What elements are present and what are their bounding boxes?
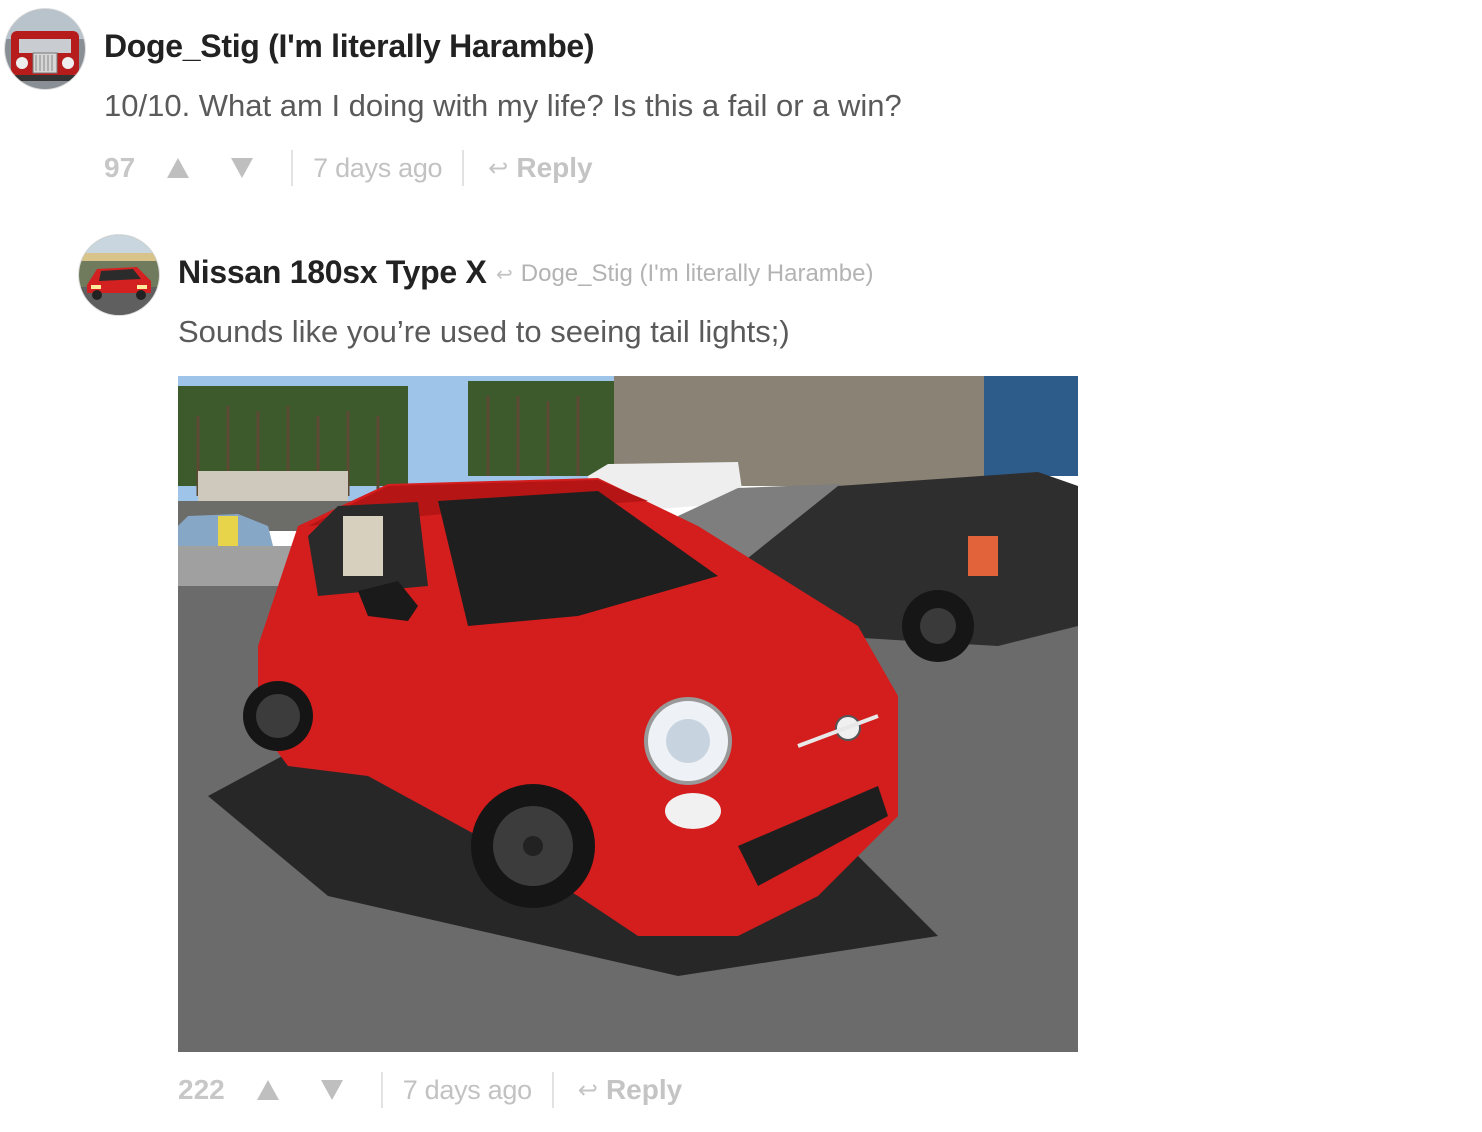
avatar[interactable]: [4, 8, 86, 90]
vote-count: 222: [178, 1074, 225, 1105]
reply-arrow-icon: ↩: [496, 263, 513, 286]
comment-author[interactable]: Doge_Stig (I'm literally Harambe): [104, 28, 595, 65]
reply-label: Reply: [605, 1074, 683, 1105]
divider: [380, 1072, 383, 1108]
comment-text: Sounds like you’re used to seeing tail l…: [178, 314, 790, 349]
downvote-icon[interactable]: [320, 1080, 343, 1100]
comment-text: 10/10. What am I doing with my life? Is …: [104, 88, 902, 123]
divider: [291, 150, 294, 186]
divider: [551, 1072, 554, 1108]
timestamp[interactable]: 7 days ago: [313, 153, 442, 184]
divider: [462, 150, 465, 186]
comment-meta: 97 7 days ago ↩ Reply: [104, 148, 593, 188]
timestamp[interactable]: 7 days ago: [403, 1075, 532, 1106]
red-classic-car-avatar-icon: [5, 9, 85, 89]
reply-button[interactable]: ↩ Reply: [488, 152, 592, 184]
reply-to-name: Doge_Stig (I'm literally Harambe): [520, 260, 874, 287]
upvote-icon[interactable]: [167, 158, 190, 178]
reply-arrow-icon: ↩: [488, 154, 509, 182]
reply-button[interactable]: ↩ Reply: [578, 1074, 682, 1106]
upvote-icon[interactable]: [256, 1080, 279, 1100]
reply-arrow-icon: ↩: [577, 1076, 598, 1104]
vote-count: 97: [104, 152, 136, 183]
downvote-icon[interactable]: [231, 158, 254, 178]
comment-image[interactable]: [178, 376, 1078, 1052]
avatar[interactable]: [78, 234, 160, 316]
red-sports-car-avatar-icon: [79, 235, 159, 315]
comment-author[interactable]: Nissan 180sx Type X: [178, 254, 487, 291]
reply-label: Reply: [516, 152, 593, 183]
comment-meta: 222 7 days ago ↩ Reply: [178, 1070, 682, 1110]
red-fiat-500-abarth-photo-icon: [178, 376, 1078, 1052]
reply-to[interactable]: ↩ Doge_Stig (I'm literally Harambe): [496, 260, 873, 288]
